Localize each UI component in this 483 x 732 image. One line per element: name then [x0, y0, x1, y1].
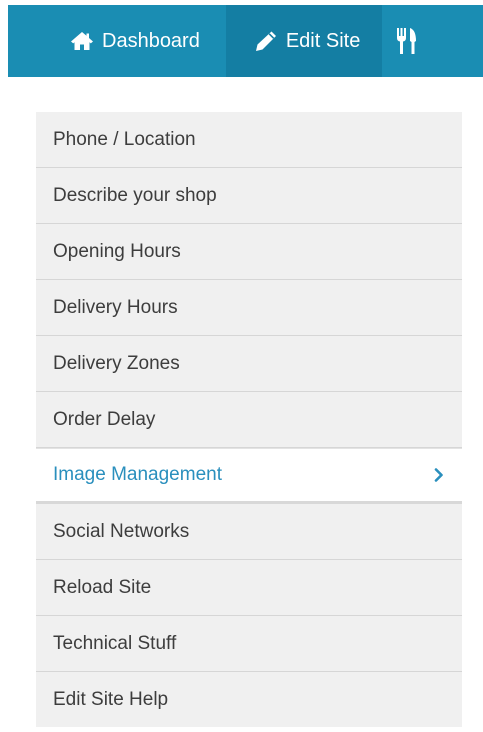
menu-item-label: Phone / Location — [53, 128, 196, 150]
menu-item-reload-site[interactable]: Reload Site — [36, 560, 462, 616]
menu-item-label: Reload Site — [53, 576, 152, 598]
menu-item-technical-stuff[interactable]: Technical Stuff — [36, 616, 462, 672]
menu-item-delivery-hours[interactable]: Delivery Hours — [36, 280, 462, 336]
home-icon — [70, 31, 94, 51]
menu-item-label: Opening Hours — [53, 240, 181, 262]
menu-item-label: Delivery Hours — [53, 296, 178, 318]
nav-item-edit-site[interactable]: Edit Site — [225, 5, 383, 77]
nav-item-dashboard[interactable]: Dashboard — [60, 5, 226, 77]
menu-item-social-networks[interactable]: Social Networks — [36, 504, 462, 560]
nav-item-menu[interactable] — [382, 5, 418, 77]
menu-item-opening-hours[interactable]: Opening Hours — [36, 224, 462, 280]
edit-site-menu: Phone / Location Describe your shop Open… — [36, 112, 462, 727]
menu-item-label: Edit Site Help — [53, 688, 169, 710]
menu-item-label: Social Networks — [53, 520, 190, 542]
menu-item-label: Image Management — [53, 464, 222, 485]
menu-item-label: Order Delay — [53, 408, 156, 430]
menu-item-edit-site-help[interactable]: Edit Site Help — [36, 672, 462, 727]
nav-item-dashboard-label: Dashboard — [102, 29, 200, 52]
nav-item-edit-site-label: Edit Site — [285, 29, 361, 52]
top-navbar: Dashboard Edit Site — [8, 5, 483, 77]
menu-item-label: Delivery Zones — [53, 352, 180, 374]
chevron-right-icon — [434, 468, 444, 482]
navbar-spacer — [8, 5, 60, 77]
menu-item-order-delay[interactable]: Order Delay — [36, 392, 462, 448]
menu-item-image-management[interactable]: Image Management — [36, 448, 462, 504]
menu-item-label: Describe your shop — [53, 184, 217, 206]
menu-item-describe-shop[interactable]: Describe your shop — [36, 168, 462, 224]
menu-item-label: Technical Stuff — [53, 632, 177, 654]
menu-item-phone-location[interactable]: Phone / Location — [36, 112, 462, 168]
pencil-icon — [254, 30, 278, 52]
menu-item-delivery-zones[interactable]: Delivery Zones — [36, 336, 462, 392]
fork-knife-icon — [396, 27, 418, 55]
